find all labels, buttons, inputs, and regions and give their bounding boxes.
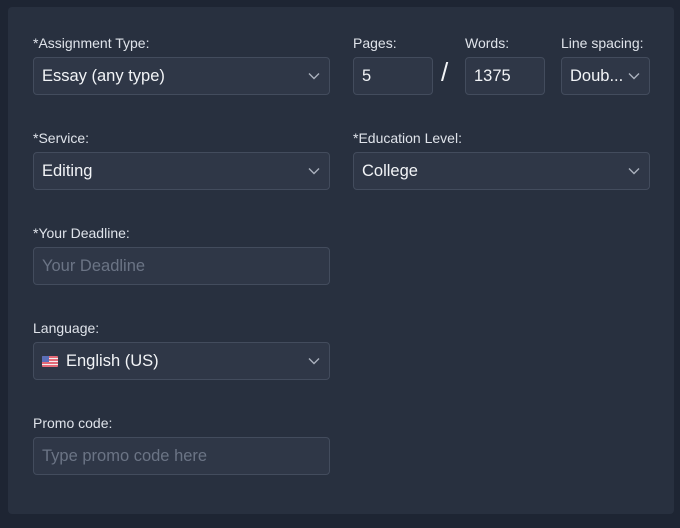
deadline-input[interactable]: Your Deadline [33, 247, 330, 285]
chevron-down-icon [627, 164, 641, 178]
chevron-down-icon [307, 69, 321, 83]
assignment-type-value: Essay (any type) [42, 66, 165, 85]
line-spacing-select[interactable]: Doub... [561, 57, 650, 95]
line-spacing-label: Line spacing: [561, 35, 644, 51]
words-field: Words: 1375 [465, 34, 545, 95]
chevron-down-icon [627, 69, 641, 83]
chevron-down-icon [307, 354, 321, 368]
pages-input[interactable]: 5 [353, 57, 433, 95]
deadline-field: *Your Deadline: Your Deadline [33, 224, 330, 285]
service-value: Editing [42, 161, 93, 180]
promo-code-input[interactable]: Type promo code here [33, 437, 330, 475]
education-level-label: *Education Level: [353, 130, 462, 146]
words-value: 1375 [474, 66, 511, 85]
line-spacing-field: Line spacing: Doub... [561, 34, 650, 95]
education-level-field: *Education Level: College [353, 129, 650, 190]
promo-code-label: Promo code: [33, 415, 113, 431]
assignment-type-select[interactable]: Essay (any type) [33, 57, 330, 95]
promo-code-placeholder: Type promo code here [42, 446, 208, 465]
service-field: *Service: Editing [33, 129, 330, 190]
chevron-down-icon [307, 164, 321, 178]
deadline-label: *Your Deadline: [33, 225, 130, 241]
pages-value: 5 [362, 66, 372, 85]
language-label: Language: [33, 320, 100, 336]
line-spacing-value: Doub... [570, 66, 624, 85]
promo-code-field: Promo code: Type promo code here [33, 414, 330, 475]
language-value: English (US) [66, 351, 159, 370]
words-input[interactable]: 1375 [465, 57, 545, 95]
service-label: *Service: [33, 130, 90, 146]
pages-field: Pages: 5 [353, 34, 433, 95]
education-level-select[interactable]: College [353, 152, 650, 190]
pages-words-separator: / [441, 57, 449, 87]
assignment-type-field: *Assignment Type: Essay (any type) [33, 34, 330, 95]
words-label: Words: [465, 35, 510, 51]
assignment-type-label: *Assignment Type: [33, 35, 150, 51]
deadline-placeholder: Your Deadline [42, 256, 146, 275]
education-level-value: College [362, 161, 418, 180]
us-flag-icon [42, 355, 58, 367]
service-select[interactable]: Editing [33, 152, 330, 190]
pages-label: Pages: [353, 35, 397, 51]
language-field: Language: English (US) [33, 319, 330, 380]
language-select[interactable]: English (US) [33, 342, 330, 380]
